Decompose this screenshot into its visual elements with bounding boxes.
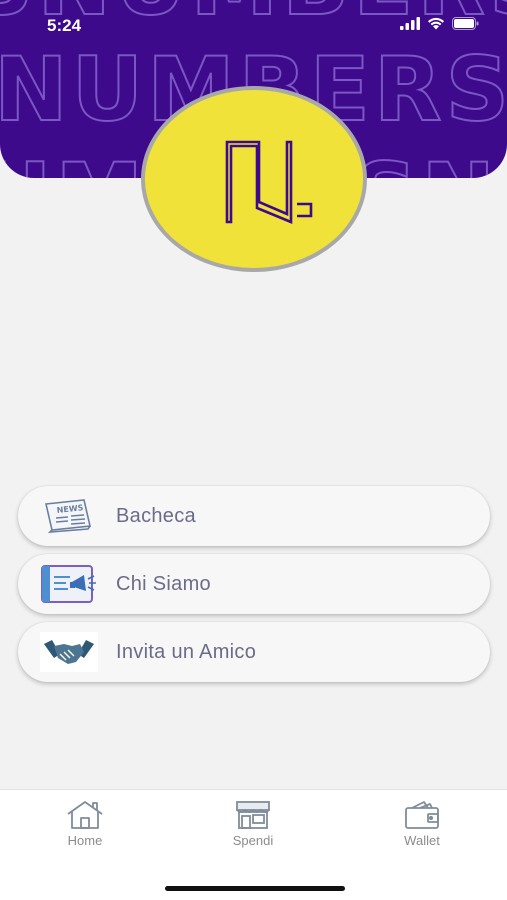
- home-icon: [67, 801, 103, 829]
- numbers-logo-glyph: [225, 140, 313, 224]
- tab-label: Spendi: [232, 833, 274, 848]
- tab-wallet[interactable]: Wallet: [362, 800, 482, 860]
- signal-icon: [400, 17, 420, 30]
- app-logo: [141, 86, 367, 272]
- status-icons: [400, 17, 479, 30]
- menu-item-label: Bacheca: [116, 505, 196, 527]
- store-icon: [236, 801, 270, 829]
- menu-item-label: Invita un Amico: [116, 641, 257, 663]
- handshake-icon: [40, 632, 98, 672]
- battery-icon: [452, 17, 479, 30]
- menu-item-label: Chi Siamo: [116, 573, 211, 595]
- tab-home[interactable]: Home: [25, 800, 145, 860]
- wallet-icon: [405, 801, 439, 829]
- wifi-icon: [428, 17, 444, 30]
- bottom-tab-bar: Home Spendi Wallet: [0, 789, 507, 900]
- menu-item-invita-un-amico[interactable]: Invita un Amico: [18, 622, 490, 682]
- home-indicator: [165, 886, 345, 891]
- tab-label: Wallet: [404, 833, 440, 848]
- newspaper-icon: NEWS: [45, 499, 91, 533]
- menu-item-chi-siamo[interactable]: Chi Siamo: [18, 554, 490, 614]
- menu-item-bacheca[interactable]: NEWS Bacheca: [18, 486, 490, 546]
- status-bar: 5:24: [0, 0, 507, 54]
- tab-label: Home: [67, 833, 103, 848]
- status-time: 5:24: [47, 16, 82, 35]
- megaphone-icon: [41, 565, 96, 603]
- tab-spendi[interactable]: Spendi: [193, 800, 313, 860]
